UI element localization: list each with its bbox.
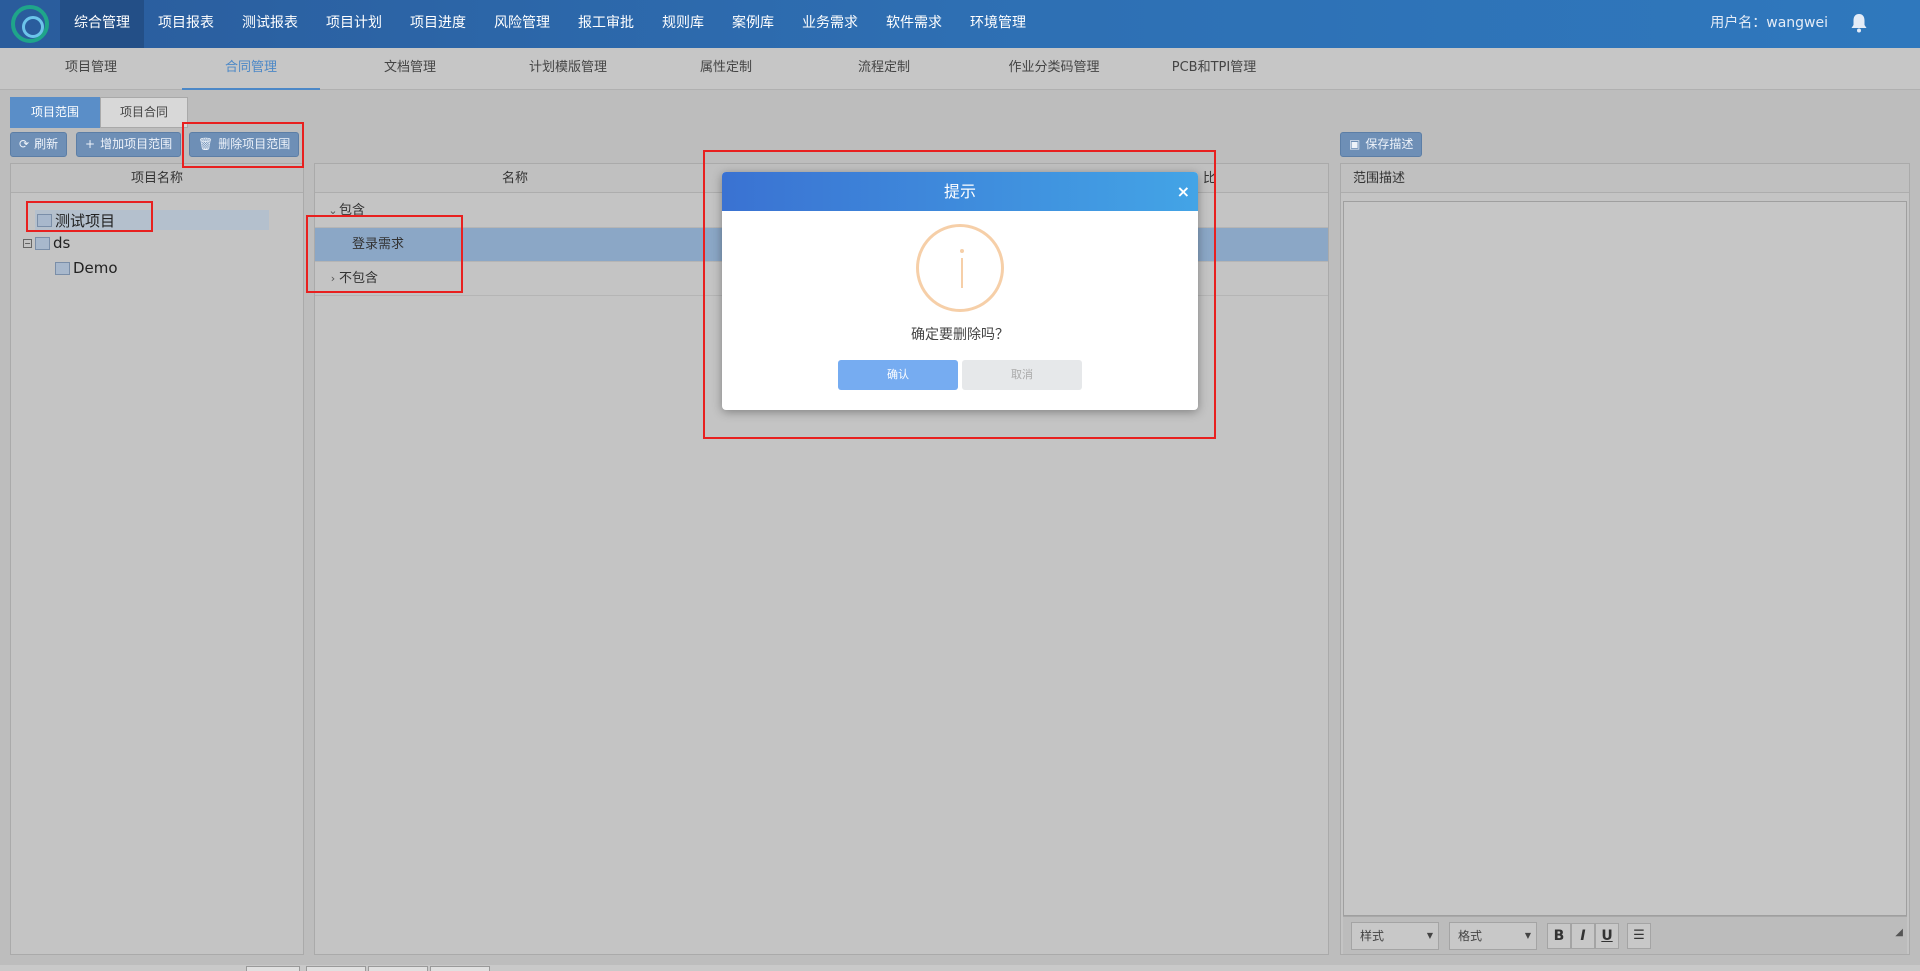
- bottom-tab[interactable]: [368, 966, 428, 971]
- save-description-label: 保存描述: [1365, 137, 1414, 151]
- refresh-icon: ⟳: [19, 137, 30, 151]
- underline-button[interactable]: U: [1595, 923, 1619, 949]
- tree-node-demo[interactable]: Demo: [55, 259, 118, 277]
- info-icon: [916, 224, 1004, 312]
- nav-item-cases[interactable]: 案例库: [718, 0, 788, 48]
- nav-item-project-report[interactable]: 项目报表: [144, 0, 228, 48]
- editor-toolbar: 样式 ▼ 格式 ▼ B I U ☰ ◢: [1343, 916, 1907, 954]
- user-name: 用户名：wangwei: [1710, 15, 1828, 31]
- dialog-title: 提示: [722, 172, 1198, 211]
- resize-handle-icon[interactable]: ◢: [1895, 927, 1903, 938]
- tab-project-scope[interactable]: 项目范围: [10, 97, 100, 128]
- nav-item-project-progress[interactable]: 项目进度: [396, 0, 480, 48]
- description-editor[interactable]: [1343, 201, 1907, 916]
- tree-node-ds[interactable]: − ds: [23, 234, 70, 252]
- caret-down-icon: ▼: [1524, 931, 1531, 940]
- nav-item-business-req[interactable]: 业务需求: [788, 0, 872, 48]
- tree-node-label: ds: [53, 234, 71, 252]
- tree-node-label: Demo: [73, 259, 118, 277]
- format-select-label: 格式: [1458, 929, 1483, 943]
- annotation-box-scope-item: [306, 215, 463, 293]
- annotation-box-tree-node: [26, 201, 153, 232]
- annotation-box-delete-button: [182, 122, 304, 168]
- nav-item-risk[interactable]: 风险管理: [480, 0, 564, 48]
- style-select-label: 样式: [1360, 929, 1385, 943]
- subnav-plan-template[interactable]: 计划模版管理: [500, 48, 636, 90]
- project-name-header: 项目名称: [11, 164, 303, 193]
- nav-item-software-req[interactable]: 软件需求: [872, 0, 956, 48]
- plus-icon: +: [85, 137, 96, 151]
- bottom-tab[interactable]: [306, 966, 366, 971]
- bottom-tab[interactable]: [430, 966, 490, 971]
- bullet-list-icon[interactable]: ☰: [1627, 923, 1651, 949]
- project-tree-panel: 项目名称 测试项目 − ds Demo: [10, 163, 304, 955]
- collapse-icon[interactable]: −: [23, 238, 32, 248]
- confirm-button[interactable]: 确认: [838, 360, 958, 390]
- dialog-message: 确定要删除吗？: [911, 327, 1009, 343]
- top-nav: 综合管理 项目报表 测试报表 项目计划 项目进度 风险管理 报工审批 规则库 案…: [0, 0, 1920, 48]
- nav-item-project-plan[interactable]: 项目计划: [312, 0, 396, 48]
- style-select[interactable]: 样式 ▼: [1351, 922, 1439, 950]
- main-menu: 综合管理 项目报表 测试报表 项目计划 项目进度 风险管理 报工审批 规则库 案…: [60, 0, 1040, 48]
- folder-icon: [35, 236, 50, 250]
- add-scope-button[interactable]: + 增加项目范围: [76, 132, 182, 157]
- scope-name-header-label: 名称: [501, 171, 528, 186]
- bell-icon[interactable]: [1850, 13, 1868, 33]
- confirm-dialog: 提示 × 确定要删除吗？ 确认 取消: [722, 172, 1198, 410]
- cancel-button[interactable]: 取消: [962, 360, 1082, 390]
- subnav-contract-management[interactable]: 合同管理: [182, 48, 320, 90]
- folder-icon: [55, 261, 70, 275]
- nav-item-rules[interactable]: 规则库: [648, 0, 718, 48]
- format-select[interactable]: 格式 ▼: [1449, 922, 1537, 950]
- scope-description-panel: 范围描述 样式 ▼ 格式 ▼ B I U ☰ ◢: [1340, 163, 1910, 955]
- logo-icon: [11, 5, 49, 43]
- app-logo[interactable]: [0, 0, 60, 48]
- sub-nav: 项目管理 合同管理 文档管理 计划模版管理 属性定制 流程定制 作业分类码管理 …: [0, 48, 1920, 90]
- subnav-attribute-custom[interactable]: 属性定制: [662, 48, 790, 90]
- tab-project-contract[interactable]: 项目合同: [100, 97, 188, 128]
- nav-item-environment[interactable]: 环境管理: [956, 0, 1040, 48]
- nav-item-test-report[interactable]: 测试报表: [228, 0, 312, 48]
- subnav-job-category-code[interactable]: 作业分类码管理: [980, 48, 1128, 90]
- close-icon[interactable]: ×: [1177, 172, 1190, 211]
- nav-item-work-approval[interactable]: 报工审批: [564, 0, 648, 48]
- italic-button[interactable]: I: [1571, 923, 1595, 949]
- refresh-button[interactable]: ⟳ 刷新: [10, 132, 68, 157]
- bottom-tab[interactable]: [246, 966, 300, 971]
- subnav-project-management[interactable]: 项目管理: [30, 48, 152, 90]
- subnav-flow-custom[interactable]: 流程定制: [820, 48, 948, 90]
- refresh-label: 刷新: [34, 137, 59, 151]
- subnav-pcb-tpi[interactable]: PCB和TPI管理: [1144, 48, 1284, 90]
- save-icon: ▣: [1349, 137, 1361, 151]
- nav-item-general[interactable]: 综合管理: [60, 0, 144, 48]
- caret-down-icon: ▼: [1426, 931, 1433, 940]
- scope-description-header: 范围描述: [1341, 164, 1909, 193]
- add-scope-label: 增加项目范围: [100, 137, 173, 151]
- save-description-button[interactable]: ▣ 保存描述: [1340, 132, 1423, 157]
- bold-button[interactable]: B: [1547, 923, 1571, 949]
- subnav-document-management[interactable]: 文档管理: [346, 48, 474, 90]
